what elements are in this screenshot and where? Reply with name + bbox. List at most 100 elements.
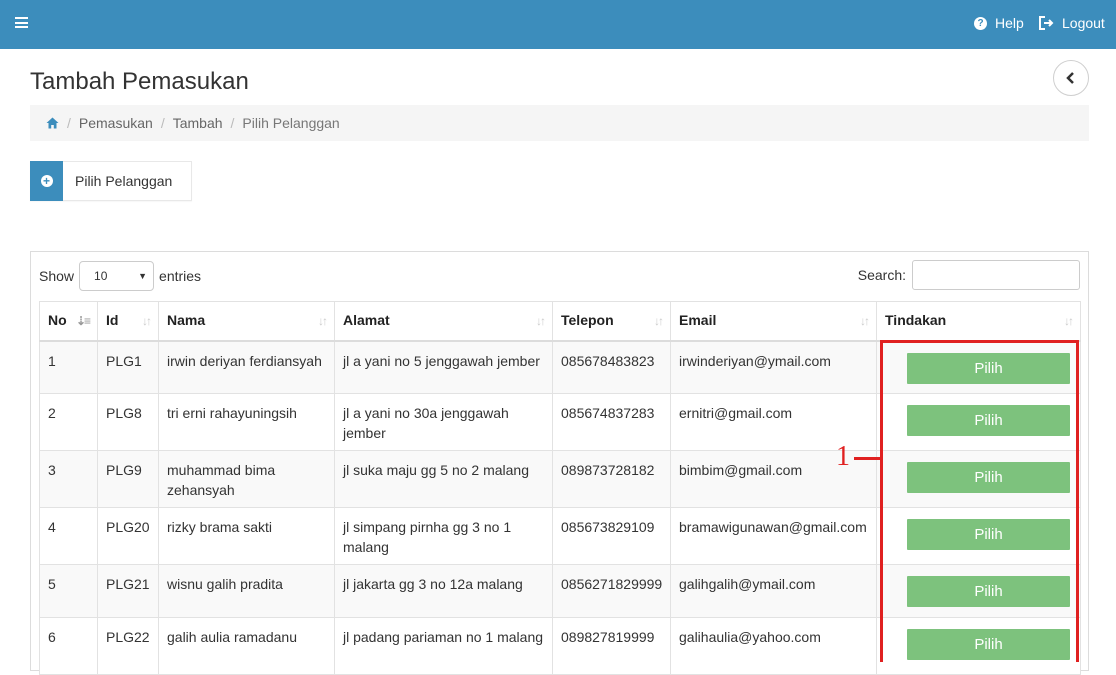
table-header-row: No ⇣≡ Id ↓↑ Nama ↓↑ Alamat ↓↑ Telepon ↓↑ Emai… bbox=[39, 301, 1081, 342]
column-header-label: Tindakan bbox=[885, 312, 947, 328]
column-header-label: Nama bbox=[167, 312, 206, 328]
cell-nama: tri erni rahayuningsih bbox=[158, 393, 335, 451]
pilih-pelanggan-label: Pilih Pelanggan bbox=[75, 173, 173, 189]
cell-no: 5 bbox=[39, 564, 98, 618]
cell-no: 2 bbox=[39, 393, 98, 451]
column-header-label: No bbox=[48, 312, 67, 328]
cell-tindakan: Pilih bbox=[876, 393, 1081, 451]
cell-tindakan: Pilih bbox=[876, 564, 1081, 618]
column-header-label: Id bbox=[106, 312, 119, 328]
column-header-nama[interactable]: Nama ↓↑ bbox=[158, 301, 335, 342]
annotation-leader-line bbox=[854, 457, 880, 460]
cell-alamat: jl simpang pirnha gg 3 no 1 malang bbox=[334, 507, 553, 565]
home-icon[interactable] bbox=[46, 117, 59, 129]
customer-table: No ⇣≡ Id ↓↑ Nama ↓↑ Alamat ↓↑ Telepon ↓↑ Emai… bbox=[39, 301, 1081, 675]
sort-icon: ↓↑ bbox=[654, 314, 664, 328]
entries-label: entries bbox=[159, 268, 202, 284]
cell-id: PLG20 bbox=[97, 507, 159, 565]
cell-alamat: jl a yani no 5 jenggawah jember bbox=[334, 340, 553, 394]
column-header-telepon[interactable]: Telepon ↓↑ bbox=[552, 301, 671, 342]
pilih-button[interactable]: Pilih bbox=[907, 519, 1070, 550]
cell-email: galihgalih@ymail.com bbox=[670, 564, 877, 618]
column-header-label: Alamat bbox=[343, 312, 390, 328]
column-header-label: Email bbox=[679, 312, 717, 328]
length-control: Show 10 ▼ entries bbox=[39, 261, 201, 291]
cell-id: PLG8 bbox=[97, 393, 159, 451]
breadcrumb-item-pilih-pelanggan: Pilih Pelanggan bbox=[242, 115, 340, 131]
table-row: 3 PLG9 muhammad bima zehansyah jl suka m… bbox=[39, 450, 1081, 508]
cell-no: 1 bbox=[39, 340, 98, 394]
cell-telepon: 085678483823 bbox=[552, 340, 671, 394]
column-header-label: Telepon bbox=[561, 312, 614, 328]
cell-id: PLG21 bbox=[97, 564, 159, 618]
chevron-left-icon bbox=[1066, 72, 1074, 84]
sign-out-icon bbox=[1039, 16, 1054, 30]
sort-icon: ↓↑ bbox=[142, 314, 152, 328]
column-header-id[interactable]: Id ↓↑ bbox=[97, 301, 159, 342]
cell-telepon: 085673829109 bbox=[552, 507, 671, 565]
plus-circle-icon: + bbox=[40, 174, 53, 187]
top-navbar: ? Help Logout bbox=[0, 0, 1116, 49]
cell-no: 4 bbox=[39, 507, 98, 565]
table-row: 6 PLG22 galih aulia ramadanu jl padang p… bbox=[39, 617, 1081, 675]
cell-id: PLG1 bbox=[97, 340, 159, 394]
breadcrumb-separator: / bbox=[230, 115, 235, 131]
pilih-pelanggan-button[interactable]: + Pilih Pelanggan bbox=[30, 160, 192, 201]
cell-email: galihaulia@yahoo.com bbox=[670, 617, 877, 675]
search-control: Search: bbox=[858, 260, 1080, 290]
table-row: 4 PLG20 rizky brama sakti jl simpang pir… bbox=[39, 507, 1081, 565]
column-header-email[interactable]: Email ↓↑ bbox=[670, 301, 877, 342]
cell-no: 6 bbox=[39, 617, 98, 675]
cell-telepon: 0856271829999 bbox=[552, 564, 671, 618]
hamburger-icon[interactable] bbox=[15, 17, 28, 28]
caret-down-icon: ▼ bbox=[138, 271, 148, 281]
annotation-number: 1 bbox=[836, 441, 850, 472]
cell-alamat: jl padang pariaman no 1 malang bbox=[334, 617, 553, 675]
cell-email: bramawigunawan@gmail.com bbox=[670, 507, 877, 565]
cell-alamat: jl jakarta gg 3 no 12a malang bbox=[334, 564, 553, 618]
customer-table-box: Show 10 ▼ entries Search: No ⇣≡ Id ↓↑ Nama… bbox=[30, 251, 1089, 675]
search-input[interactable] bbox=[912, 260, 1080, 290]
cell-tindakan: Pilih bbox=[876, 617, 1081, 675]
help-link[interactable]: ? Help bbox=[974, 15, 1024, 31]
logout-label: Logout bbox=[1062, 15, 1105, 31]
show-label: Show bbox=[39, 268, 75, 284]
cell-telepon: 089873728182 bbox=[552, 450, 671, 508]
pilih-button[interactable]: Pilih bbox=[907, 405, 1070, 436]
sort-icon: ↓↑ bbox=[1064, 314, 1074, 328]
sort-icon: ↓↑ bbox=[536, 314, 546, 328]
pilih-button[interactable]: Pilih bbox=[907, 352, 1070, 384]
column-header-no[interactable]: No ⇣≡ bbox=[39, 301, 98, 342]
table-row: 5 PLG21 wisnu galih pradita jl jakarta g… bbox=[39, 564, 1081, 618]
cell-email: irwinderiyan@ymail.com bbox=[670, 340, 877, 394]
cell-no: 3 bbox=[39, 450, 98, 508]
breadcrumb-item-tambah[interactable]: Tambah bbox=[173, 115, 223, 131]
help-label: Help bbox=[995, 15, 1024, 31]
pilih-button[interactable]: Pilih bbox=[907, 629, 1070, 660]
pilih-button[interactable]: Pilih bbox=[907, 462, 1070, 493]
table-row: 1 PLG1 irwin deriyan ferdiansyah jl a ya… bbox=[39, 340, 1081, 394]
breadcrumb-separator: / bbox=[67, 115, 71, 131]
breadcrumb-item-pemasukan[interactable]: Pemasukan bbox=[79, 115, 153, 131]
sort-icon: ↓↑ bbox=[860, 314, 870, 328]
column-header-alamat[interactable]: Alamat ↓↑ bbox=[334, 301, 553, 342]
column-header-tindakan[interactable]: Tindakan ↓↑ bbox=[876, 301, 1081, 342]
entries-select-value: 10 bbox=[94, 269, 108, 283]
sort-asc-icon: ⇣≡ bbox=[75, 314, 91, 328]
question-circle-icon: ? bbox=[974, 16, 987, 30]
cell-alamat: jl suka maju gg 5 no 2 malang bbox=[334, 450, 553, 508]
cell-alamat: jl a yani no 30a jenggawah jember bbox=[334, 393, 553, 451]
cell-id: PLG9 bbox=[97, 450, 159, 508]
breadcrumb: / Pemasukan / Tambah / Pilih Pelanggan bbox=[30, 105, 1089, 141]
breadcrumb-separator: / bbox=[160, 115, 165, 131]
pilih-button[interactable]: Pilih bbox=[907, 576, 1070, 607]
entries-select[interactable]: 10 ▼ bbox=[79, 261, 155, 291]
panel-button-icon-box: + bbox=[30, 160, 63, 201]
back-button[interactable] bbox=[1053, 60, 1089, 96]
logout-link[interactable]: Logout bbox=[1038, 15, 1105, 31]
table-row: 2 PLG8 tri erni rahayuningsih jl a yani … bbox=[39, 393, 1081, 451]
search-label: Search: bbox=[857, 267, 906, 283]
cell-nama: muhammad bima zehansyah bbox=[158, 450, 335, 508]
cell-id: PLG22 bbox=[97, 617, 159, 675]
sort-icon: ↓↑ bbox=[318, 314, 328, 328]
